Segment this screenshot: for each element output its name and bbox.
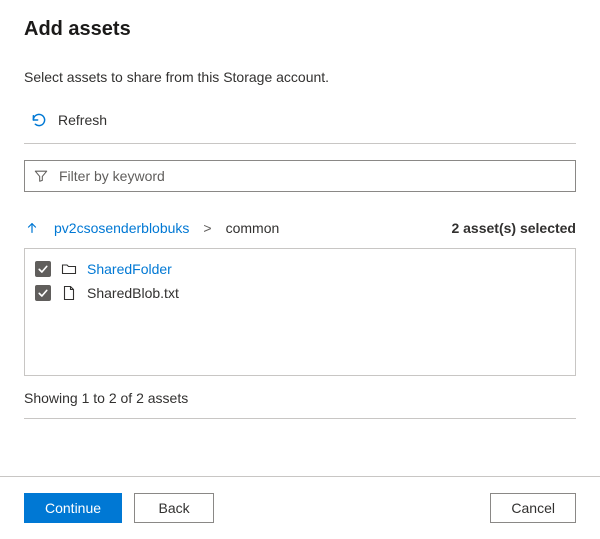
cancel-button[interactable]: Cancel bbox=[490, 493, 576, 523]
selection-count: 2 asset(s) selected bbox=[451, 220, 576, 236]
breadcrumb: pv2csosenderblobuks > common 2 asset(s) … bbox=[24, 220, 576, 236]
continue-button[interactable]: Continue bbox=[24, 493, 122, 523]
toolbar: Refresh bbox=[24, 103, 576, 143]
breadcrumb-current: common bbox=[226, 220, 280, 236]
asset-list: SharedFolder SharedBlob.txt bbox=[24, 248, 576, 376]
breadcrumb-root-link[interactable]: pv2csosenderblobuks bbox=[54, 220, 189, 236]
add-assets-panel: Add assets Select assets to share from t… bbox=[0, 0, 600, 539]
refresh-button[interactable]: Refresh bbox=[24, 107, 113, 133]
page-subtitle: Select assets to share from this Storage… bbox=[24, 69, 576, 85]
divider bbox=[24, 143, 576, 144]
footer: Continue Back Cancel bbox=[0, 477, 600, 539]
folder-icon bbox=[61, 261, 77, 277]
refresh-label: Refresh bbox=[58, 112, 107, 128]
asset-name[interactable]: SharedBlob.txt bbox=[87, 285, 179, 301]
status-text: Showing 1 to 2 of 2 assets bbox=[24, 390, 576, 406]
refresh-icon bbox=[30, 111, 48, 129]
asset-name-link[interactable]: SharedFolder bbox=[87, 261, 172, 277]
list-item: SharedBlob.txt bbox=[35, 281, 565, 305]
back-button[interactable]: Back bbox=[134, 493, 214, 523]
filter-icon bbox=[33, 168, 49, 184]
checkbox[interactable] bbox=[35, 285, 51, 301]
breadcrumb-separator: > bbox=[203, 220, 211, 236]
up-level-button[interactable] bbox=[24, 220, 40, 236]
filter-field[interactable] bbox=[24, 160, 576, 192]
file-icon bbox=[61, 285, 77, 301]
checkbox[interactable] bbox=[35, 261, 51, 277]
filter-input[interactable] bbox=[57, 167, 567, 185]
page-title: Add assets bbox=[24, 18, 576, 41]
list-item: SharedFolder bbox=[35, 257, 565, 281]
divider bbox=[24, 418, 576, 419]
